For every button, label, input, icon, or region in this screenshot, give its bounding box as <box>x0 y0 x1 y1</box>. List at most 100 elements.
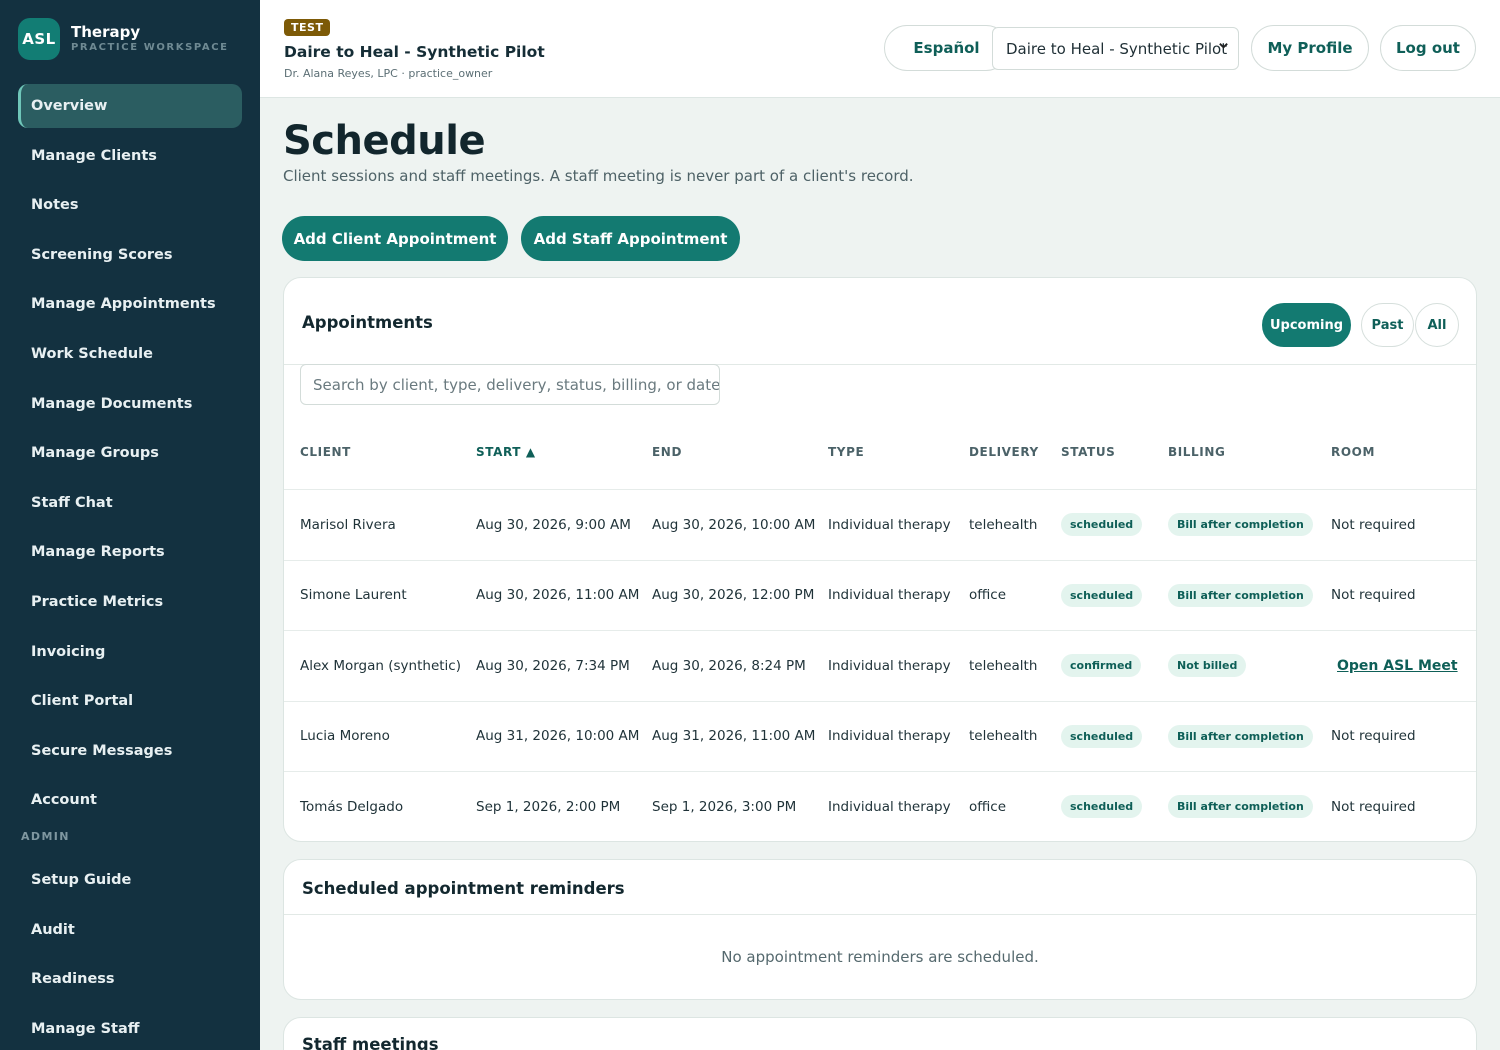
sidebar-item-manage-reports[interactable]: Manage Reports <box>18 530 242 574</box>
practice-select[interactable]: Daire to Heal - Synthetic Pilot <box>992 27 1239 70</box>
table-row[interactable]: Marisol Rivera Aug 30, 2026, 9:00 AM Aug… <box>284 489 1476 560</box>
sidebar-item-manage-staff[interactable]: Manage Staff <box>18 1007 242 1050</box>
reminders-title: Scheduled appointment reminders <box>302 879 625 898</box>
filter-all-button[interactable]: All <box>1415 303 1459 347</box>
cell-end: Aug 30, 2026, 12:00 PM <box>652 587 815 604</box>
page-subtitle: Client sessions and staff meetings. A st… <box>283 167 914 185</box>
cell-end: Aug 30, 2026, 10:00 AM <box>652 516 816 533</box>
cell-client: Tomás Delgado <box>300 798 404 815</box>
status-badge: confirmed <box>1061 654 1142 678</box>
card-divider <box>284 914 1476 915</box>
sidebar-item-notes[interactable]: Notes <box>18 183 242 227</box>
column-header-type[interactable]: TYPE <box>828 445 864 459</box>
logout-button[interactable]: Log out <box>1380 25 1476 71</box>
add-client-appointment-button[interactable]: Add Client Appointment <box>282 216 508 261</box>
cell-type: Individual therapy <box>828 587 951 604</box>
sidebar-item-screening-scores[interactable]: Screening Scores <box>18 233 242 277</box>
appointments-search-input[interactable] <box>300 364 720 405</box>
sidebar-item-manage-clients[interactable]: Manage Clients <box>18 134 242 178</box>
column-header-client[interactable]: CLIENT <box>300 445 351 459</box>
column-header-delivery[interactable]: DELIVERY <box>969 445 1039 459</box>
sidebar-item-manage-groups[interactable]: Manage Groups <box>18 431 242 475</box>
brand-subtitle: PRACTICE WORKSPACE <box>71 42 229 53</box>
table-row[interactable]: Lucia Moreno Aug 31, 2026, 10:00 AM Aug … <box>284 700 1476 772</box>
sidebar-item-manage-documents[interactable]: Manage Documents <box>18 382 242 426</box>
my-profile-button[interactable]: My Profile <box>1251 25 1369 71</box>
cell-delivery: office <box>969 798 1007 815</box>
sidebar-nav: Overview Manage Clients Notes Screening … <box>18 84 242 1050</box>
table-row[interactable]: Alex Morgan (synthetic) Aug 30, 2026, 7:… <box>284 630 1476 701</box>
cell-end: Aug 31, 2026, 11:00 AM <box>652 728 816 745</box>
language-button[interactable]: Español <box>884 25 1009 71</box>
filter-past-button[interactable]: Past <box>1361 303 1414 347</box>
sidebar: ASL Therapy PRACTICE WORKSPACE Overview … <box>0 0 260 1050</box>
cell-delivery: telehealth <box>969 516 1038 533</box>
cell-start: Aug 30, 2026, 9:00 AM <box>476 516 631 533</box>
cell-start: Aug 31, 2026, 10:00 AM <box>476 728 640 745</box>
sidebar-item-client-portal[interactable]: Client Portal <box>18 679 242 723</box>
brand-title: Therapy <box>71 23 141 41</box>
sidebar-item-staff-chat[interactable]: Staff Chat <box>18 481 242 525</box>
status-badge: scheduled <box>1061 724 1143 748</box>
column-header-end[interactable]: END <box>652 445 682 459</box>
column-header-billing[interactable]: BILLING <box>1168 445 1225 459</box>
billing-badge: Not billed <box>1168 654 1247 678</box>
cell-client: Alex Morgan (synthetic) <box>300 657 461 674</box>
sidebar-item-readiness[interactable]: Readiness <box>18 957 242 1001</box>
cell-type: Individual therapy <box>828 516 951 533</box>
cell-end: Aug 30, 2026, 8:24 PM <box>652 657 806 674</box>
practice-name: Daire to Heal - Synthetic Pilot <box>284 43 545 61</box>
add-staff-appointment-button[interactable]: Add Staff Appointment <box>521 216 740 261</box>
cell-start: Aug 30, 2026, 7:34 PM <box>476 657 630 674</box>
sidebar-item-setup-guide[interactable]: Setup Guide <box>18 858 242 902</box>
brand-logo: ASL <box>18 18 60 60</box>
cell-start: Aug 30, 2026, 11:00 AM <box>476 587 640 604</box>
sidebar-item-manage-appointments[interactable]: Manage Appointments <box>18 282 242 326</box>
brand[interactable]: ASL Therapy PRACTICE WORKSPACE <box>18 18 229 60</box>
cell-type: Individual therapy <box>828 798 951 815</box>
appointments-title: Appointments <box>302 313 433 332</box>
appointments-card: Appointments Upcoming Past All CLIENT ST… <box>283 277 1477 842</box>
billing-badge: Bill after completion <box>1168 795 1313 819</box>
table-row[interactable]: Tomás Delgado Sep 1, 2026, 2:00 PM Sep 1… <box>284 771 1476 842</box>
billing-badge: Bill after completion <box>1168 583 1313 607</box>
sidebar-item-audit[interactable]: Audit <box>18 908 242 952</box>
page-title: Schedule <box>283 118 486 164</box>
status-badge: scheduled <box>1061 513 1143 537</box>
column-header-status[interactable]: STATUS <box>1061 445 1115 459</box>
sidebar-item-secure-messages[interactable]: Secure Messages <box>18 729 242 773</box>
sidebar-section-admin: ADMIN <box>21 830 70 844</box>
staff-meetings-title: Staff meetings <box>302 1035 439 1050</box>
cell-client: Lucia Moreno <box>300 728 390 745</box>
sidebar-item-account[interactable]: Account <box>18 778 242 822</box>
cell-end: Sep 1, 2026, 3:00 PM <box>652 798 797 815</box>
cell-client: Simone Laurent <box>300 587 407 604</box>
filter-upcoming-button[interactable]: Upcoming <box>1262 303 1351 347</box>
reminders-empty-message: No appointment reminders are scheduled. <box>721 948 1039 966</box>
cell-client: Marisol Rivera <box>300 516 396 533</box>
sidebar-item-invoicing[interactable]: Invoicing <box>18 630 242 674</box>
cell-room: Not required <box>1331 587 1416 604</box>
cell-type: Individual therapy <box>828 728 951 745</box>
status-badge: scheduled <box>1061 583 1143 607</box>
sidebar-item-practice-metrics[interactable]: Practice Metrics <box>18 580 242 624</box>
practice-select-value: Daire to Heal - Synthetic Pilot <box>1006 39 1228 58</box>
reminders-card: Scheduled appointment reminders No appoi… <box>283 859 1477 1000</box>
chevron-down-icon <box>1218 40 1229 54</box>
cell-room: Not required <box>1331 516 1416 533</box>
staff-meetings-card: Staff meetings <box>283 1017 1477 1050</box>
test-badge: TEST <box>284 19 331 36</box>
open-asl-meet-link[interactable]: Open ASL Meet <box>1337 658 1458 674</box>
sidebar-item-work-schedule[interactable]: Work Schedule <box>18 332 242 376</box>
cell-room: Not required <box>1331 728 1416 745</box>
cell-delivery: office <box>969 587 1007 604</box>
cell-start: Sep 1, 2026, 2:00 PM <box>476 798 621 815</box>
billing-badge: Bill after completion <box>1168 513 1313 537</box>
sidebar-item-overview[interactable]: Overview <box>18 84 242 128</box>
status-badge: scheduled <box>1061 795 1143 819</box>
top-header: TEST Daire to Heal - Synthetic Pilot Dr.… <box>260 0 1500 98</box>
column-header-room[interactable]: ROOM <box>1331 445 1375 459</box>
table-row[interactable]: Simone Laurent Aug 30, 2026, 11:00 AM Au… <box>284 559 1476 631</box>
cell-delivery: telehealth <box>969 657 1038 674</box>
column-header-start[interactable]: START ▲ <box>476 445 536 459</box>
